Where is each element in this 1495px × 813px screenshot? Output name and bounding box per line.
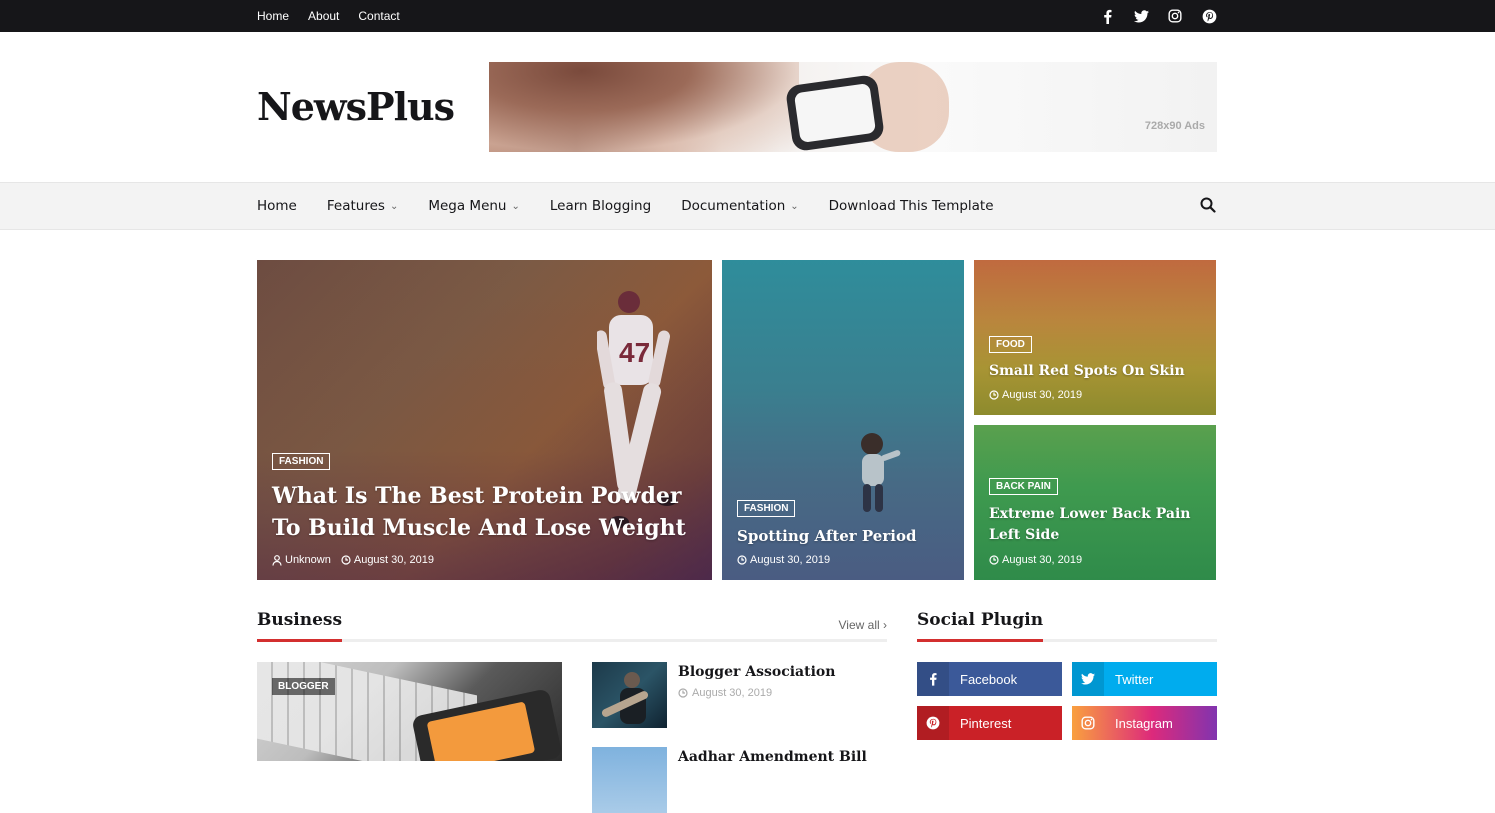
ad-image-hair: [489, 62, 799, 152]
twitter-icon[interactable]: [1133, 8, 1149, 24]
pinterest-button[interactable]: Pinterest: [917, 706, 1062, 740]
post-title[interactable]: Blogger Association: [678, 664, 835, 680]
button-label: Instagram: [1115, 715, 1173, 731]
post-meta: August 30, 2019: [989, 554, 1204, 566]
nav-label: Mega Menu: [428, 198, 507, 214]
top-link-home[interactable]: Home: [257, 9, 289, 23]
featured-post-main[interactable]: 47 FASHION What Is The Best Protein Powd…: [257, 260, 712, 580]
ad-banner[interactable]: 728x90 Ads: [489, 62, 1217, 152]
top-bar: Home About Contact: [0, 0, 1495, 32]
view-all-link[interactable]: View all ›: [839, 618, 887, 632]
author-meta: Unknown: [272, 554, 331, 566]
ad-size-label: 728x90 Ads: [1144, 120, 1205, 132]
post-title[interactable]: Aadhar Amendment Bill: [678, 749, 867, 765]
nav-item-features[interactable]: Features ⌄: [327, 198, 398, 214]
featured-title[interactable]: Spotting After Period: [737, 526, 952, 546]
post-date: August 30, 2019: [1002, 554, 1083, 566]
facebook-button[interactable]: Facebook: [917, 662, 1062, 696]
clock-icon: [341, 555, 351, 565]
nav-label: Documentation: [681, 198, 786, 214]
post-thumbnail[interactable]: [592, 662, 667, 728]
search-icon[interactable]: [1200, 197, 1218, 215]
section-title: Business: [257, 610, 343, 642]
author-name[interactable]: Unknown: [285, 554, 331, 566]
twitter-button[interactable]: Twitter: [1072, 662, 1217, 696]
nav-label: Features: [326, 198, 385, 214]
date-meta: August 30, 2019: [989, 389, 1082, 401]
clock-icon: [678, 688, 688, 698]
top-social: [1099, 0, 1217, 32]
nav-item-learn-blogging[interactable]: Learn Blogging: [550, 198, 651, 214]
top-link-about[interactable]: About: [308, 9, 339, 23]
pinterest-icon[interactable]: [1201, 8, 1217, 24]
instagram-button[interactable]: Instagram: [1072, 706, 1217, 740]
featured-post-2[interactable]: FASHION Spotting After Period August 30,…: [722, 260, 964, 580]
featured-content: FOOD Small Red Spots On Skin August 30, …: [989, 334, 1204, 401]
post-meta: August 30, 2019: [989, 389, 1204, 401]
post-meta: August 30, 2019: [737, 554, 952, 566]
button-label: Facebook: [960, 671, 1018, 687]
featured-content: FASHION What Is The Best Protein Powder …: [272, 451, 700, 566]
top-link-contact[interactable]: Contact: [358, 9, 399, 23]
instagram-icon: [1072, 706, 1104, 740]
social-plugin-header: Social Plugin: [917, 610, 1217, 642]
featured-content: BACK PAIN Extreme Lower Back Pain Left S…: [989, 476, 1204, 566]
chevron-right-icon: ›: [883, 618, 887, 632]
list-item[interactable]: Blogger Association August 30, 2019: [592, 662, 887, 728]
category-label[interactable]: BLOGGER: [272, 678, 335, 695]
post-date: August 30, 2019: [750, 554, 831, 566]
list-item[interactable]: Aadhar Amendment Bill: [592, 747, 887, 813]
date-meta: August 30, 2019: [341, 554, 434, 566]
featured-post-3[interactable]: FOOD Small Red Spots On Skin August 30, …: [974, 260, 1216, 415]
category-label[interactable]: FOOD: [989, 336, 1032, 353]
nav-label: Home: [257, 198, 297, 214]
clock-icon: [989, 555, 999, 565]
guitarist-image: [601, 672, 649, 724]
featured-content: FASHION Spotting After Period August 30,…: [737, 498, 952, 566]
facebook-icon[interactable]: [1099, 8, 1115, 24]
featured-title[interactable]: What Is The Best Protein Powder To Build…: [272, 480, 700, 544]
section-title: Social Plugin: [917, 610, 1044, 642]
pinterest-icon: [917, 706, 949, 740]
ad-image-phone: [784, 73, 886, 152]
featured-title[interactable]: Small Red Spots On Skin: [989, 362, 1204, 381]
date-meta: August 30, 2019: [737, 554, 830, 566]
main-nav: Home Features ⌄ Mega Menu ⌄ Learn Blogging…: [0, 182, 1495, 230]
business-section-header: Business View all ›: [257, 610, 887, 642]
category-label[interactable]: FASHION: [737, 500, 796, 517]
nav-item-home[interactable]: Home: [257, 198, 297, 214]
button-label: Pinterest: [960, 715, 1012, 731]
featured-title[interactable]: Extreme Lower Back Pain Left Side: [989, 504, 1204, 546]
twitter-icon: [1072, 662, 1104, 696]
nav-item-download[interactable]: Download This Template: [829, 198, 994, 214]
chevron-down-icon: ⌄: [790, 200, 799, 212]
nav-item-documentation[interactable]: Documentation ⌄: [681, 198, 798, 214]
button-label: Twitter: [1115, 671, 1154, 687]
nav-item-mega-menu[interactable]: Mega Menu ⌄: [428, 198, 520, 214]
clock-icon: [737, 555, 747, 565]
facebook-icon: [917, 662, 949, 696]
post-date: August 30, 2019: [692, 687, 773, 699]
category-label[interactable]: BACK PAIN: [989, 478, 1058, 495]
date-meta: August 30, 2019: [989, 554, 1082, 566]
view-all-label: View all: [838, 618, 880, 632]
chevron-down-icon: ⌄: [389, 200, 399, 212]
post-date: August 30, 2019: [353, 554, 434, 566]
nav-label: Learn Blogging: [549, 198, 652, 214]
post-meta: Unknown August 30, 2019: [272, 554, 700, 566]
user-icon: [272, 554, 282, 566]
top-links: Home About Contact: [257, 0, 400, 32]
chevron-down-icon: ⌄: [511, 200, 520, 212]
post-date: August 30, 2019: [1002, 389, 1083, 401]
instagram-icon[interactable]: [1167, 8, 1183, 24]
svg-text:47: 47: [619, 337, 650, 368]
post-meta: August 30, 2019: [678, 687, 772, 699]
post-thumbnail[interactable]: [592, 747, 667, 813]
category-label[interactable]: FASHION: [272, 453, 331, 470]
site-logo[interactable]: NewsPlus: [257, 84, 455, 129]
featured-post-4[interactable]: BACK PAIN Extreme Lower Back Pain Left S…: [974, 425, 1216, 580]
clock-icon: [989, 390, 999, 400]
nav-label: Download This Template: [828, 198, 994, 214]
business-featured-image[interactable]: BLOGGER: [257, 662, 562, 761]
